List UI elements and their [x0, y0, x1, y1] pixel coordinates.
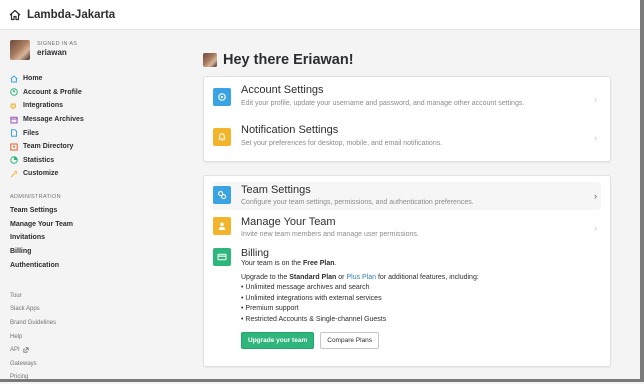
personal-settings-card: Account Settings Edit your profile, upda…	[203, 76, 611, 162]
sidebar-item-home[interactable]: Home	[10, 72, 84, 86]
sidebar-item-customize[interactable]: Customize	[10, 167, 84, 181]
upgrade-team-button[interactable]: Upgrade your team	[241, 332, 315, 349]
plan-name: Free Plan	[303, 260, 335, 267]
window-frame-right	[640, 0, 644, 382]
feature-item: • Unlimited message archives and search	[241, 284, 370, 291]
feature-list: • Unlimited message archives and search …	[241, 284, 581, 326]
sidebar-item-files[interactable]: Files	[10, 126, 84, 140]
manage-team-title: Manage Your Team	[241, 216, 336, 228]
sidebar-item-label: Message Archives	[23, 116, 84, 124]
sidebar-item-label: Files	[23, 129, 39, 137]
account-settings-desc: Edit your profile, update your username …	[241, 100, 525, 107]
sidebar-item-account-profile[interactable]: Account & Profile	[10, 86, 84, 100]
sidebar-item-message-archives[interactable]: Message Archives	[10, 113, 84, 127]
footer-link-tour[interactable]: Tour	[10, 289, 56, 303]
credit-card-icon	[213, 248, 231, 266]
sidebar-item-statistics[interactable]: Statistics	[10, 154, 84, 168]
sidebar: SIGNED IN AS eriawan Home Account & Prof…	[0, 30, 175, 380]
chevron-right-icon: ›	[594, 191, 597, 201]
sidebar-item-billing[interactable]: Billing	[10, 245, 73, 259]
archive-icon	[10, 116, 18, 124]
top-bar: Lambda-Jakarta	[0, 0, 640, 30]
team-icon	[10, 143, 18, 151]
notification-settings-title: Notification Settings	[241, 124, 339, 136]
plan-suffix: .	[334, 260, 337, 267]
feature-item: • Restricted Accounts & Single-channel G…	[241, 315, 387, 323]
sidebar-item-integrations[interactable]: Integrations	[10, 99, 84, 113]
manage-team-desc: Invite new team members and manage user …	[241, 231, 419, 238]
manage-team-row[interactable]: Manage Your Team Invite new team members…	[213, 216, 601, 242]
page-title: Hey there Eriawan!	[223, 52, 354, 68]
footer-link-slack-apps[interactable]: Slack Apps	[10, 303, 56, 317]
account-settings-row[interactable]: Account Settings Edit your profile, upda…	[213, 84, 601, 116]
admin-nav: Team Settings Manage Your Team Invitatio…	[10, 204, 73, 272]
team-settings-icon	[213, 186, 231, 204]
sidebar-item-label: Account & Profile	[23, 88, 82, 96]
billing-upgrade-line: Upgrade to the Standard Plan or Plus Pla…	[241, 274, 581, 281]
sidebar-item-label: Team Directory	[23, 143, 74, 151]
footer-link-brand-guidelines[interactable]: Brand Guidelines	[10, 316, 56, 330]
gear-icon	[213, 88, 231, 106]
feature-item: • Unlimited integrations with external s…	[241, 294, 382, 302]
chevron-right-icon: ›	[594, 223, 597, 233]
bell-icon	[213, 128, 231, 146]
footer-links: Tour Slack Apps Brand Guidelines Help AP…	[10, 289, 56, 384]
team-settings-title: Team Settings	[241, 184, 311, 196]
team-settings-row[interactable]: Team Settings Configure your team settin…	[213, 182, 601, 210]
chevron-right-icon: ›	[594, 94, 597, 104]
or-text: or	[336, 274, 347, 281]
username: eriawan	[37, 48, 67, 57]
external-link-icon	[23, 347, 29, 353]
administration-heading: ADMINISTRATION	[10, 194, 61, 200]
sidebar-item-manage-your-team[interactable]: Manage Your Team	[10, 218, 73, 232]
billing-buttons: Upgrade your team Compare Plans	[241, 332, 581, 349]
avatar[interactable]	[10, 40, 30, 60]
footer-link-api[interactable]: API	[10, 343, 56, 357]
sidebar-nav: Home Account & Profile Integrations Mess…	[10, 72, 84, 181]
upgrade-suffix: for additional features, including:	[376, 274, 479, 281]
home-icon	[10, 75, 18, 83]
footer-link-api-label: API	[10, 347, 20, 354]
standard-plan-text: Standard Plan	[289, 274, 337, 281]
sidebar-item-team-settings[interactable]: Team Settings	[10, 204, 73, 218]
chart-icon	[10, 156, 18, 165]
notification-settings-desc: Set your preferences for desktop, mobile…	[241, 140, 443, 147]
signed-in-label: SIGNED IN AS	[37, 41, 78, 47]
home-icon[interactable]	[9, 9, 21, 21]
billing-title[interactable]: Billing	[241, 247, 581, 259]
plan-prefix: Your team is on the	[241, 260, 304, 267]
user-icon	[10, 88, 18, 97]
billing-plan-line: Your team is on the Free Plan.	[241, 260, 581, 267]
upgrade-prefix: Upgrade to the	[241, 274, 290, 281]
wand-icon	[10, 170, 18, 178]
account-settings-title: Account Settings	[241, 84, 324, 96]
file-icon	[10, 129, 18, 137]
greeting-avatar	[203, 53, 217, 67]
plug-icon	[10, 102, 18, 110]
person-icon	[213, 217, 231, 235]
feature-item: • Premium support	[241, 305, 299, 312]
chevron-right-icon: ›	[594, 133, 597, 143]
team-settings-desc: Configure your team settings, permission…	[241, 199, 474, 206]
billing-row: Billing Your team is on the Free Plan. U…	[213, 247, 601, 357]
user-block: SIGNED IN AS eriawan	[10, 40, 77, 60]
sidebar-item-label: Integrations	[23, 102, 64, 110]
team-settings-card: Team Settings Configure your team settin…	[203, 175, 611, 367]
sidebar-item-label: Customize	[23, 170, 59, 178]
compare-plans-button[interactable]: Compare Plans	[320, 332, 380, 349]
footer-link-help[interactable]: Help	[10, 330, 56, 344]
sidebar-item-label: Statistics	[23, 156, 55, 164]
greeting: Hey there Eriawan!	[203, 52, 354, 68]
notification-settings-row[interactable]: Notification Settings Set your preferenc…	[213, 124, 601, 154]
plus-plan-link[interactable]: Plus Plan	[346, 274, 376, 281]
team-name[interactable]: Lambda-Jakarta	[27, 9, 115, 21]
footer-link-gateways[interactable]: Gateways	[10, 357, 56, 371]
sidebar-item-invitations[interactable]: Invitations	[10, 231, 73, 245]
sidebar-item-label: Home	[23, 75, 43, 83]
sidebar-item-authentication[interactable]: Authentication	[10, 258, 73, 272]
sidebar-item-team-directory[interactable]: Team Directory	[10, 140, 84, 154]
